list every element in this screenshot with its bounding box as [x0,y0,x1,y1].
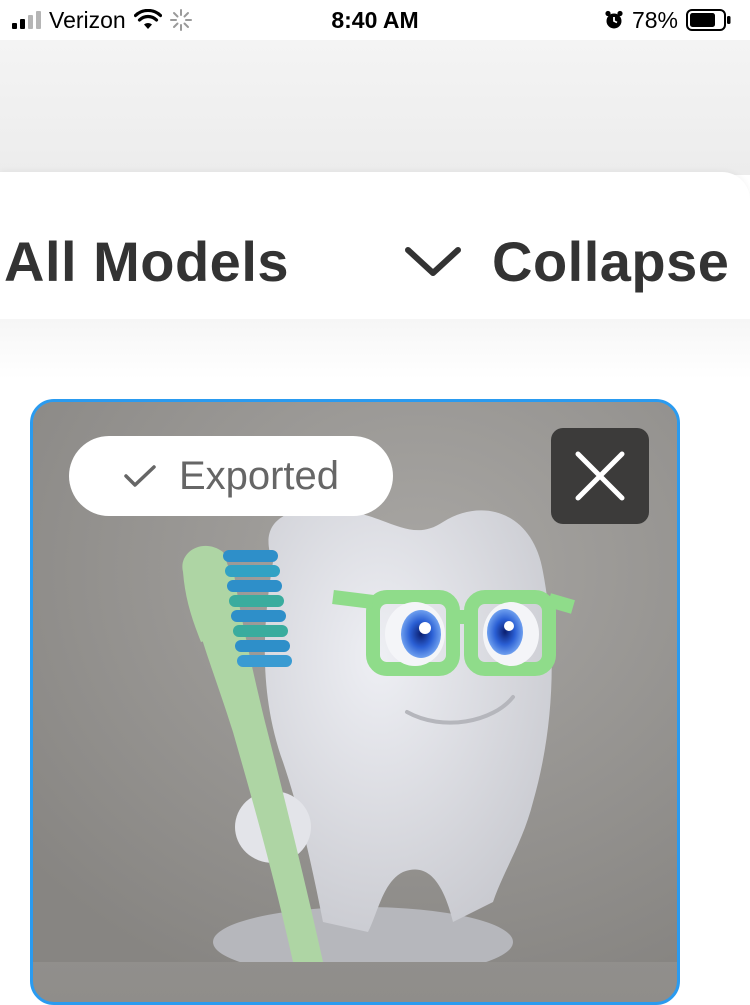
exported-label: Exported [178,454,340,498]
remove-model-button[interactable] [551,428,649,524]
status-bar: Verizon 8:40 AM 78% [0,0,750,40]
battery-icon [686,9,731,31]
model-card[interactable]: Exported [30,399,680,1005]
close-icon [575,451,625,501]
chevron-down-icon [405,247,461,276]
status-right: 78% [604,6,732,34]
battery-percent: 78% [631,7,678,33]
page-title: All Models [4,230,290,293]
collapse-button[interactable]: Collapse [404,230,729,294]
alarm-icon [605,10,623,29]
collapse-label: Collapse [492,230,730,293]
exported-badge: Exported [69,436,393,516]
check-icon [124,465,156,487]
top-header-area [0,40,750,175]
header-shadow [0,319,750,379]
